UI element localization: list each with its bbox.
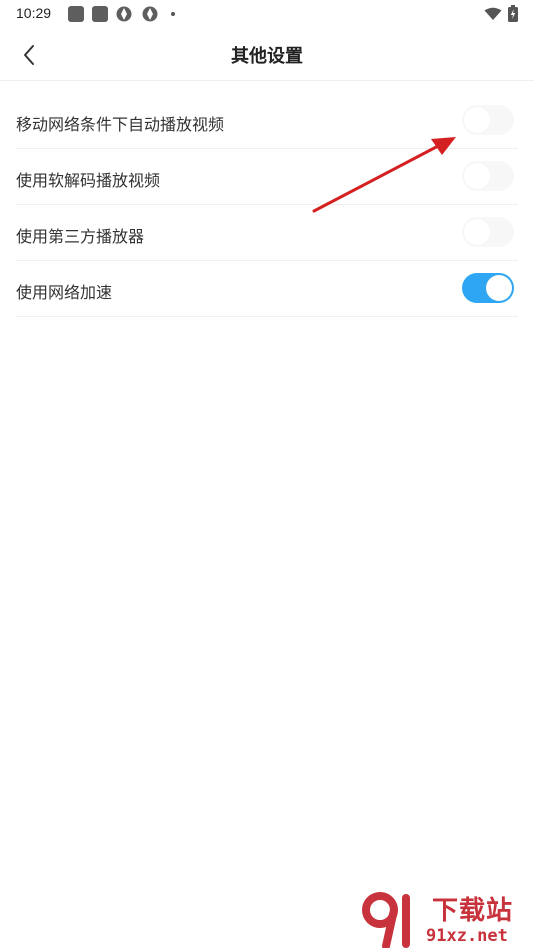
setting-row-network-acceleration: 使用网络加速 [16,261,518,317]
settings-list: 移动网络条件下自动播放视频 使用软解码播放视频 使用第三方播放器 使用网络加速 [16,93,518,317]
watermark-text: 下载站 [432,895,514,925]
setting-row-soft-decode: 使用软解码播放视频 [16,149,518,205]
setting-row-third-party-player: 使用第三方播放器 [16,205,518,261]
setting-label: 使用网络加速 [16,285,113,302]
toggle-knob [464,163,490,189]
setting-label: 使用软解码播放视频 [16,173,161,190]
setting-label: 使用第三方播放器 [16,229,145,246]
setting-label: 移动网络条件下自动播放视频 [16,117,225,134]
page-title: 其他设置 [231,46,303,66]
third-party-player-toggle[interactable] [462,217,514,247]
autoplay-mobile-toggle[interactable] [462,105,514,135]
toggle-knob [486,275,512,301]
status-time: 10:29 [16,5,52,21]
network-acceleration-toggle[interactable] [462,273,514,303]
notification-app-icon [68,6,84,22]
watermark: 下载站 91xz.net [360,888,534,950]
toggle-knob [464,219,490,245]
toggle-knob [464,107,490,133]
header: 其他设置 [0,28,534,81]
aperture-icon [142,6,158,22]
setting-row-autoplay-mobile: 移动网络条件下自动播放视频 [16,93,518,149]
aperture-icon [116,6,132,22]
watermark-logo-icon [362,892,410,948]
battery-icon [508,5,518,22]
notification-app-icon [92,6,108,22]
status-bar: 10:29 [0,0,534,28]
watermark-domain: 91xz.net [426,926,508,946]
wifi-icon [484,7,502,20]
soft-decode-toggle[interactable] [462,161,514,191]
more-notifications-dot-icon [171,12,175,16]
